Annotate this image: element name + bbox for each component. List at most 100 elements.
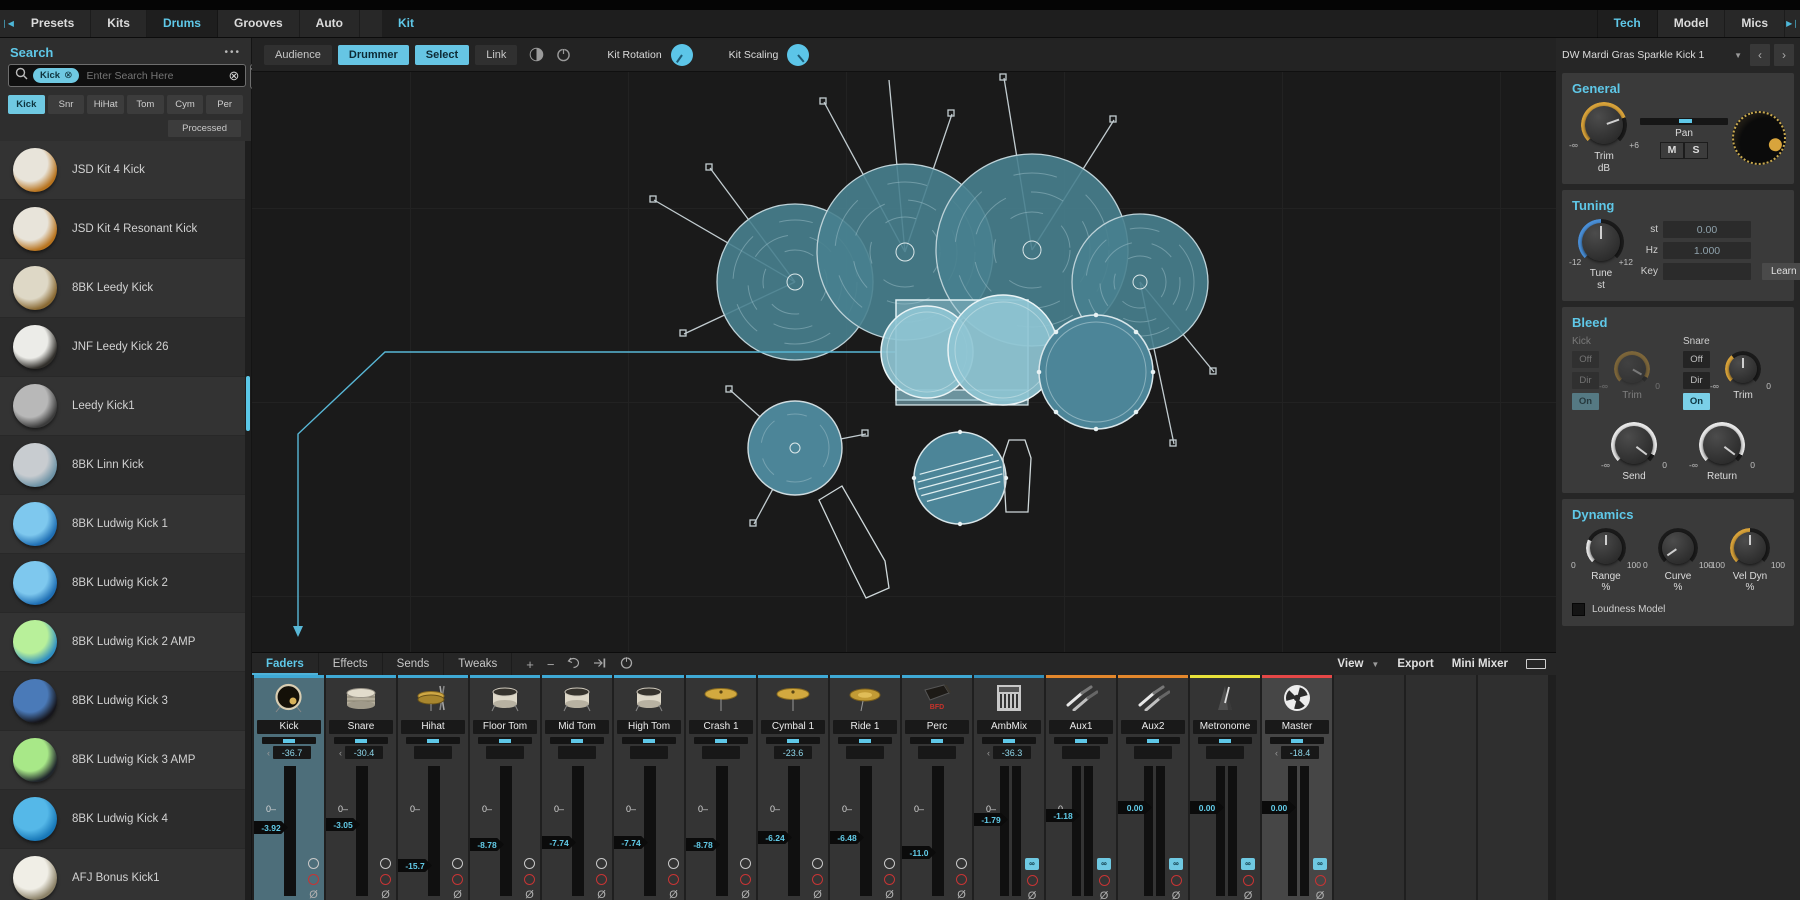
mute-button[interactable] xyxy=(380,874,391,885)
selected-drum-name[interactable]: DW Mardi Gras Sparkle Kick 1 xyxy=(1562,49,1730,61)
pan-handle[interactable] xyxy=(571,739,583,743)
view-button-select[interactable]: Select xyxy=(415,45,469,65)
trim-scroll-left-icon[interactable]: ‹ xyxy=(339,748,342,758)
search-input-box[interactable]: Kick⊗ ⊗ xyxy=(8,64,246,87)
pan-handle[interactable] xyxy=(427,739,439,743)
result-item-8bk-ludwig-kick-2[interactable]: 8BK Ludwig Kick 2 xyxy=(0,554,251,613)
mixer-power-icon[interactable] xyxy=(620,656,633,672)
st-field[interactable]: 0.00 xyxy=(1663,221,1751,238)
fader-track[interactable] xyxy=(356,766,368,896)
pan-handle[interactable] xyxy=(787,739,799,743)
result-item-afj-bonus-kick1[interactable]: AFJ Bonus Kick1 xyxy=(0,849,251,900)
view-dropdown[interactable]: View▼ xyxy=(1337,658,1379,670)
phase-invert-button[interactable]: Ø xyxy=(597,890,606,900)
processed-filter-button[interactable]: Processed xyxy=(168,120,241,137)
drum-select-chevron-icon[interactable]: ▼ xyxy=(1734,51,1742,60)
pan-handle[interactable] xyxy=(1219,739,1231,743)
menu-tab-kit[interactable]: Kit xyxy=(382,10,1598,37)
mixer-channel-ambmix[interactable]: AmbMix‹-36.30–-1.79∞Ø xyxy=(974,675,1044,900)
mute-button[interactable] xyxy=(884,874,895,885)
learn-button[interactable]: Learn xyxy=(1762,263,1800,280)
mute-button[interactable] xyxy=(452,874,463,885)
result-item-8bk-ludwig-kick-3-amp[interactable]: 8BK Ludwig Kick 3 AMP xyxy=(0,731,251,790)
phase-invert-button[interactable]: Ø xyxy=(957,890,966,900)
filter-chip-kick[interactable]: Kick xyxy=(8,95,45,114)
fader-value[interactable]: -6.48 xyxy=(830,831,864,844)
solo-button[interactable] xyxy=(668,858,679,869)
clear-search-icon[interactable]: ⊗ xyxy=(228,68,239,84)
fader-track[interactable] xyxy=(716,766,728,896)
result-item-jsd-kit-4-resonant-kick[interactable]: JSD Kit 4 Resonant Kick xyxy=(0,200,251,259)
token-remove-icon[interactable]: ⊗ xyxy=(64,70,72,81)
mute-button[interactable] xyxy=(740,874,751,885)
solo-button[interactable] xyxy=(812,858,823,869)
result-item-leedy-kick1[interactable]: Leedy Kick1 xyxy=(0,377,251,436)
curve-knob[interactable] xyxy=(1658,528,1698,568)
menu-tab-mics[interactable]: Mics xyxy=(1725,10,1785,37)
result-item-8bk-ludwig-kick-4[interactable]: 8BK Ludwig Kick 4 xyxy=(0,790,251,849)
add-channel-icon[interactable]: + xyxy=(526,657,534,672)
mute-button[interactable] xyxy=(812,874,823,885)
channel-trim-value[interactable]: -18.4 xyxy=(1281,746,1319,759)
kit-rotation-knob[interactable] xyxy=(671,44,693,66)
channel-pan-slider[interactable] xyxy=(622,737,676,744)
pan-handle[interactable] xyxy=(931,739,943,743)
phase-invert-button[interactable]: Ø xyxy=(309,890,318,900)
menu-tab-tech[interactable]: Tech xyxy=(1598,10,1658,37)
fader-track-right[interactable] xyxy=(1300,766,1309,896)
bleed-snare-trim-knob[interactable] xyxy=(1725,351,1761,387)
pan-handle[interactable] xyxy=(1075,739,1087,743)
phase-invert-button[interactable]: Ø xyxy=(813,890,822,900)
pan-handle[interactable] xyxy=(1147,739,1159,743)
floor-tom-drum[interactable] xyxy=(1037,313,1156,432)
fader-track-right[interactable] xyxy=(1156,766,1165,896)
fader-track-left[interactable] xyxy=(1216,766,1225,896)
mixer-channel-high-tom[interactable]: High Tom0–-7.74Ø xyxy=(614,675,684,900)
bleed-snare-dir-button[interactable]: Dir xyxy=(1683,372,1710,389)
power-icon[interactable] xyxy=(556,47,571,62)
mixer-channel-aux2[interactable]: Aux20–0.00∞Ø xyxy=(1118,675,1188,900)
mixer-channel-floor-tom[interactable]: Floor Tom0–-8.78Ø xyxy=(470,675,540,900)
phase-invert-button[interactable]: Ø xyxy=(1028,891,1037,900)
mute-button[interactable] xyxy=(956,874,967,885)
mute-button[interactable] xyxy=(1243,875,1254,886)
undo-icon[interactable] xyxy=(567,657,580,672)
mute-button[interactable] xyxy=(1315,875,1326,886)
bleed-kick-trim-knob[interactable] xyxy=(1614,351,1650,387)
menu-tab-kits[interactable]: Kits xyxy=(91,10,147,37)
mute-button[interactable]: M xyxy=(1660,142,1684,159)
pan-handle[interactable] xyxy=(715,739,727,743)
channel-trim-value[interactable]: -23.6 xyxy=(774,746,812,759)
remove-channel-icon[interactable]: − xyxy=(547,657,555,672)
bleed-snare-on-button[interactable]: On xyxy=(1683,393,1710,410)
channel-trim-value[interactable] xyxy=(414,746,452,759)
channel-pan-slider[interactable] xyxy=(334,737,388,744)
hihat-cymbal[interactable] xyxy=(748,401,842,495)
mute-button[interactable] xyxy=(1171,875,1182,886)
fader-track[interactable] xyxy=(860,766,872,896)
pan-handle[interactable] xyxy=(355,739,367,743)
view-button-link[interactable]: Link xyxy=(475,45,517,65)
mute-button[interactable] xyxy=(596,874,607,885)
filter-chip-cym[interactable]: Cym xyxy=(167,95,204,114)
pan-handle[interactable] xyxy=(643,739,655,743)
menu-tab-model[interactable]: Model xyxy=(1658,10,1726,37)
fader-track[interactable] xyxy=(572,766,584,896)
pan-handle[interactable] xyxy=(499,739,511,743)
solo-button[interactable]: S xyxy=(1684,142,1708,159)
drum-kit-canvas[interactable] xyxy=(252,72,1556,652)
pan-handle[interactable] xyxy=(283,739,295,743)
stereo-link-icon[interactable]: ∞ xyxy=(1241,858,1255,870)
channel-trim-value[interactable] xyxy=(1206,746,1244,759)
key-field[interactable] xyxy=(1663,263,1751,280)
fader-value[interactable]: -1.18 xyxy=(1046,809,1080,822)
fader-value[interactable]: 0.00 xyxy=(1262,801,1296,814)
pan-handle[interactable] xyxy=(1003,739,1015,743)
channel-pan-slider[interactable] xyxy=(694,737,748,744)
hz-field[interactable]: 1.000 xyxy=(1663,242,1751,259)
solo-button[interactable] xyxy=(380,858,391,869)
next-drum-button[interactable]: › xyxy=(1774,44,1794,66)
channel-trim-value[interactable] xyxy=(702,746,740,759)
menu-tab-auto[interactable]: Auto xyxy=(300,10,360,37)
mute-button[interactable] xyxy=(668,874,679,885)
